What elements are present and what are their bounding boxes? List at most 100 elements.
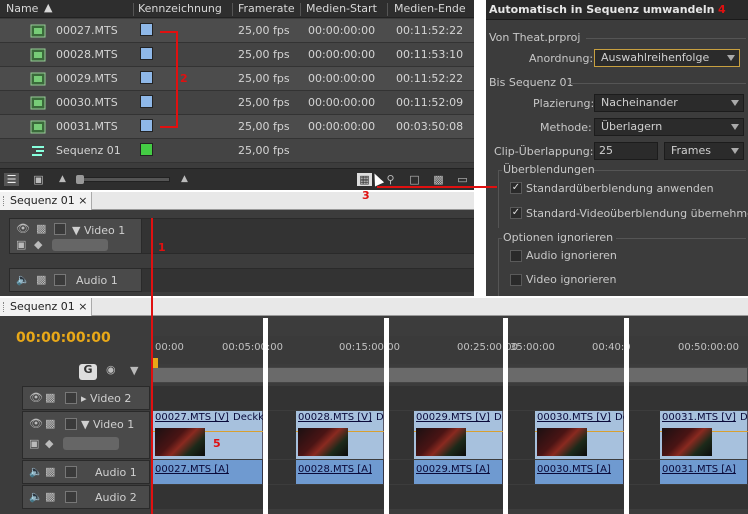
annotation-3: 3 [362, 189, 370, 202]
speaker-icon[interactable]: 🔈 [16, 274, 30, 286]
audio-clip-name: 00027.MTS [A] [155, 464, 229, 475]
delete-icon[interactable]: ▭ [455, 173, 470, 186]
eye-icon[interactable]: 👁 [29, 392, 43, 404]
zoom-slider-handle[interactable] [76, 175, 84, 184]
ruler-tick-label: 00:15:00:00 [339, 342, 401, 353]
annotation-2: 2 [180, 72, 188, 85]
icon-view-icon[interactable]: ▣ [31, 173, 46, 186]
keyframe-icon[interactable]: ◆ [34, 239, 42, 251]
label-color-swatch[interactable] [140, 143, 153, 156]
ignore-video-checkbox[interactable] [510, 274, 522, 286]
media-start-value: 00:00:00:00 [308, 120, 376, 133]
lock-box[interactable] [54, 223, 66, 235]
clip-icon [30, 72, 46, 86]
lock-box[interactable] [65, 466, 77, 478]
label-color-swatch[interactable] [140, 95, 153, 108]
film-icon[interactable]: ▩ [45, 418, 55, 430]
clip-name: 00028.MTS [56, 48, 118, 61]
audio-clip[interactable]: 00030.MTS [A] [535, 460, 624, 484]
work-area-bar[interactable] [151, 367, 748, 383]
audio-clip[interactable]: 00029.MTS [A] [414, 460, 503, 484]
project-row[interactable]: Sequenz 01 25,00 fps [0, 139, 474, 163]
apply-default-video-transition-checkbox[interactable]: ✓ [510, 207, 522, 219]
column-media-end[interactable]: Medien-Ende [394, 2, 466, 15]
display-style-icon[interactable]: ▣ [16, 239, 26, 251]
clip-icon [30, 120, 46, 134]
label-color-swatch[interactable] [140, 47, 153, 60]
keyframe-nav[interactable] [52, 239, 108, 251]
ignore-options-label: Optionen ignorieren [503, 231, 614, 244]
zoom-out-icon[interactable]: ▲ [55, 173, 70, 186]
ignore-audio-checkbox[interactable] [510, 250, 522, 262]
order-select[interactable]: Auswahlreihenfolge [594, 49, 740, 67]
media-start-value: 00:00:00:00 [308, 48, 376, 61]
speaker-icon[interactable]: 🔈 [29, 466, 43, 478]
lock-box[interactable] [65, 491, 77, 503]
column-label[interactable]: Kennzeichnung [138, 2, 222, 15]
audio-clip[interactable]: 00031.MTS [A] [660, 460, 748, 484]
lock-box[interactable] [65, 418, 77, 430]
clip-overlap-input[interactable]: 25 [594, 142, 658, 160]
column-name[interactable]: Name [6, 2, 38, 15]
new-bin-icon[interactable]: □ [407, 173, 422, 186]
speaker-icon[interactable]: 🔈 [29, 491, 43, 503]
column-framerate[interactable]: Framerate [238, 2, 295, 15]
film-icon[interactable]: ▩ [45, 491, 55, 503]
eye-icon[interactable]: 👁 [29, 418, 43, 430]
clip-overlap-label: Clip-Überlappung: [494, 145, 594, 158]
keyframe-nav[interactable] [63, 437, 119, 450]
sort-ascending-icon[interactable]: ▲ [44, 1, 52, 14]
video-clip[interactable]: 00028.MTS [V] D [296, 411, 384, 459]
audio-clip[interactable]: 00028.MTS [A] [296, 460, 384, 484]
placement-select[interactable]: Nacheinander [594, 94, 744, 112]
project-row[interactable]: 00029.MTS 25,00 fps 00:00:00:00 00:11:52:22 [0, 67, 474, 91]
transitions-label: Überblendungen [503, 163, 595, 176]
clip-name: 00030.MTS [56, 96, 118, 109]
project-row[interactable]: 00028.MTS 25,00 fps 00:00:00:00 00:11:53:10 [0, 43, 474, 67]
clip-overlap-unit-select[interactable]: Frames [664, 142, 744, 160]
display-style-icon[interactable]: ▣ [29, 438, 39, 450]
lock-box[interactable] [65, 392, 77, 404]
ruler-tick-label: 00:05:00:00 [222, 342, 284, 353]
method-select[interactable]: Überlagern [594, 118, 744, 136]
film-icon[interactable]: ▩ [45, 392, 55, 404]
audio1-track-header: 🔈 ▩ Audio 1 [22, 460, 150, 484]
video-clip[interactable]: 00027.MTS [V] Deckk [153, 411, 264, 459]
video-clip[interactable]: 00030.MTS [V] De [535, 411, 629, 459]
add-marker-icon[interactable]: ▼ [130, 365, 138, 377]
tab-sequence[interactable]: Sequenz 01 × [0, 192, 93, 210]
film-icon[interactable]: ▩ [36, 223, 46, 235]
label-color-swatch[interactable] [140, 71, 153, 84]
eye-icon[interactable]: 👁 [16, 223, 30, 235]
column-media-start[interactable]: Medien-Start [306, 2, 377, 15]
video-clip-name: 00031.MTS [V] [662, 412, 736, 423]
lock-box[interactable] [54, 274, 66, 286]
project-row[interactable]: 00030.MTS 25,00 fps 00:00:00:00 00:11:52:09 [0, 91, 474, 115]
video-clip[interactable]: 00031.MTS [V] De [660, 411, 748, 459]
film-icon[interactable]: ▩ [36, 274, 46, 286]
video-clip[interactable]: 00029.MTS [V] D [414, 411, 503, 459]
timecode-display[interactable]: 00:00:00:00 [16, 330, 111, 346]
sequence-icon [30, 144, 46, 158]
zoom-slider[interactable] [76, 177, 170, 182]
audio-track-name: Audio 1 [76, 274, 118, 287]
label-color-swatch[interactable] [140, 23, 153, 36]
find-icon[interactable]: ⚲ [383, 173, 398, 186]
tab-sequence[interactable]: Sequenz 01 × [0, 298, 93, 316]
marker-icon[interactable]: ◉ [106, 364, 116, 376]
project-row[interactable]: 00027.MTS 25,00 fps 00:00:00:00 00:11:52:22 [0, 19, 474, 43]
ruler-tick-label: 00:00 [155, 342, 184, 353]
audio-clip[interactable]: 00027.MTS [A] [153, 460, 263, 484]
snap-icon[interactable]: G [79, 364, 97, 380]
new-item-icon[interactable]: ▩ [431, 173, 446, 186]
zoom-in-icon[interactable]: ▲ [177, 173, 192, 186]
effect-label: Deckk [233, 412, 264, 423]
sequence-panel-small: Sequenz 01 × 👁 ▩ ▼ Video 1 ▣ ◆ 🔈 ▩ Audio… [0, 192, 474, 296]
apply-default-transition-checkbox[interactable]: ✓ [510, 182, 522, 194]
list-view-icon[interactable]: ☰ [4, 173, 19, 186]
keyframe-icon[interactable]: ◆ [45, 438, 53, 450]
project-row[interactable]: 00031.MTS 25,00 fps 00:00:00:00 00:03:50:08 [0, 115, 474, 139]
film-icon[interactable]: ▩ [45, 466, 55, 478]
label-color-swatch[interactable] [140, 119, 153, 132]
automate-to-sequence-dialog: Automatisch in Sequenz umwandeln Von The… [486, 0, 748, 296]
